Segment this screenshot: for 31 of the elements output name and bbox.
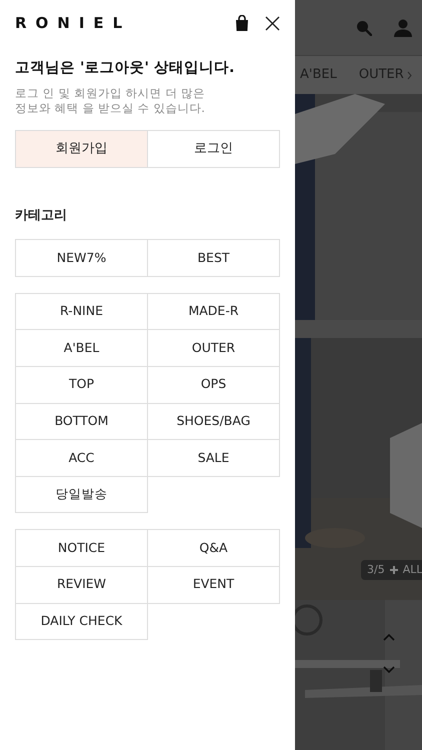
user-icon[interactable] [394, 18, 412, 37]
menu-item[interactable]: R-NINE [16, 294, 148, 330]
logo[interactable]: RONIEL [15, 12, 132, 34]
menu-item[interactable]: TOP [16, 367, 148, 404]
search-icon[interactable] [356, 20, 372, 36]
menu-item[interactable]: 당일발송 [16, 476, 148, 514]
shopping-bag-icon[interactable] [235, 15, 249, 31]
menu-item[interactable]: BEST [148, 240, 280, 277]
menu-item[interactable]: OPS [148, 367, 280, 404]
status-title: 고객님은 '로그아웃' 상태입니다. [15, 59, 236, 78]
chevron-right-icon[interactable] [406, 70, 412, 80]
menu-item[interactable]: OUTER [148, 330, 280, 368]
menu-item[interactable]: NOTICE [16, 530, 148, 567]
menu-item[interactable]: ACC [16, 440, 148, 477]
menu-item[interactable]: SALE [148, 440, 280, 477]
menu-item[interactable]: REVIEW [16, 567, 148, 604]
menu-item[interactable]: Q&A [148, 530, 280, 567]
menu-item[interactable]: NEW7% [16, 240, 148, 277]
menu-item[interactable]: A'BEL [16, 330, 148, 368]
close-icon[interactable] [265, 16, 280, 30]
menu-item[interactable]: DAILY CHECK [16, 604, 148, 640]
chevron-up-icon[interactable] [383, 634, 395, 641]
menu-item[interactable]: SHOES/BAG [148, 404, 280, 440]
description-line: 로그 인 및 회원가입 하시면 더 많은 [15, 86, 206, 101]
menu-item[interactable]: BOTTOM [16, 404, 148, 440]
chevron-down-icon[interactable] [383, 666, 395, 673]
auth-button[interactable]: 회원가입 [16, 130, 147, 167]
description-line: 정보와 혜택 을 받으실 수 있습니다. [15, 100, 206, 116]
menu-item[interactable]: MADE-R [148, 294, 280, 330]
menu-item[interactable]: EVENT [148, 567, 280, 604]
category-heading: 카테고리 [15, 206, 68, 225]
